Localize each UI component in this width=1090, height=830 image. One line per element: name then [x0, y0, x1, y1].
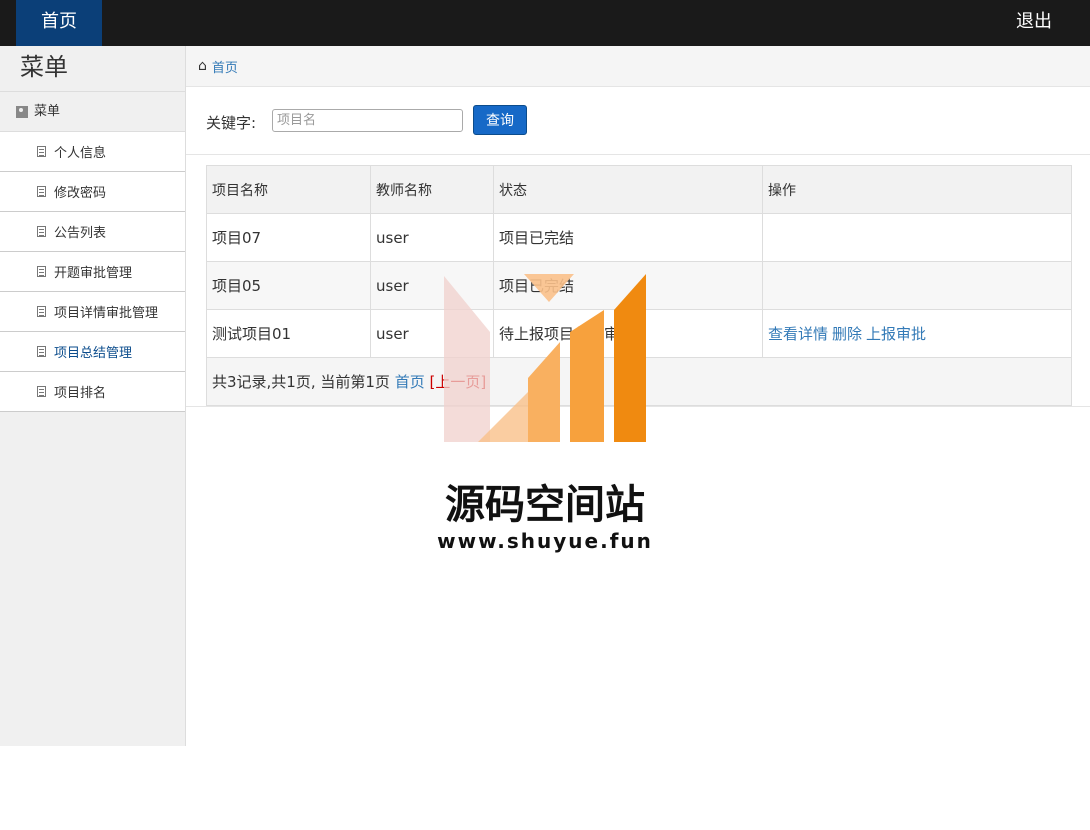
- project-table: 项目名称 教师名称 状态 操作 项目07 user 项目已完结 项目05 user 项目已…: [206, 165, 1072, 406]
- table-header-row: 项目名称 教师名称 状态 操作: [206, 165, 1072, 214]
- cell-actions: [762, 213, 1072, 262]
- sidebar-group-label: 菜单: [34, 103, 61, 119]
- sidebar-item-label: 公告列表: [54, 226, 107, 241]
- pager-first-link[interactable]: 首页: [395, 373, 425, 391]
- cell-project-name: 项目07: [206, 213, 371, 262]
- cell-teacher: user: [370, 261, 494, 310]
- logout-button[interactable]: 退出: [1016, 0, 1052, 44]
- cell-status: 项目已完结: [493, 213, 763, 262]
- table-row: 项目05 user 项目已完结: [206, 261, 1072, 310]
- action-link[interactable]: 上报审批: [866, 325, 926, 343]
- pager-row: 共3记录,共1页, 当前第1页 首页 [上一页]: [206, 357, 1072, 406]
- user-card-icon: [16, 105, 28, 118]
- sidebar-item-label: 个人信息: [54, 146, 107, 161]
- col-project-name: 项目名称: [206, 165, 371, 214]
- sidebar-item-label: 项目总结管理: [54, 346, 133, 361]
- home-icon: ⌂: [198, 58, 207, 74]
- sidebar-items: 个人信息修改密码公告列表开题审批管理项目详情审批管理 项目总结管理 项目排名: [0, 132, 185, 412]
- cell-actions: 查看详情 删除 上报审批: [762, 309, 1072, 358]
- sidebar-item[interactable]: 公告列表: [0, 212, 185, 252]
- sidebar-title: 菜单: [0, 46, 185, 92]
- divider: [186, 406, 1090, 407]
- breadcrumb: ⌂ 首页: [186, 46, 1090, 87]
- cell-teacher: user: [370, 213, 494, 262]
- watermark-title: 源码空间站: [445, 482, 645, 528]
- col-actions: 操作: [762, 165, 1072, 214]
- action-link[interactable]: 删除: [832, 325, 862, 343]
- pager-prev-link[interactable]: [上一页]: [430, 373, 487, 391]
- sidebar: 菜单 菜单 个人信息修改密码公告列表开题审批管理项目详情审批管理 项目总结管理 项目…: [0, 46, 186, 746]
- sidebar-item[interactable]: 修改密码: [0, 172, 185, 212]
- sidebar-item-label: 修改密码: [54, 186, 107, 201]
- sidebar-group-menu[interactable]: 菜单: [0, 92, 185, 132]
- nav-home-button[interactable]: 首页: [16, 0, 102, 46]
- pager-summary: 共3记录,共1页, 当前第1页: [212, 373, 390, 391]
- col-status: 状态: [493, 165, 763, 214]
- cell-teacher: user: [370, 309, 494, 358]
- sidebar-item[interactable]: 开题审批管理: [0, 252, 185, 292]
- sidebar-item-label: 开题审批管理: [54, 266, 133, 281]
- document-icon: [37, 306, 46, 317]
- document-icon: [37, 226, 46, 237]
- sidebar-item-label: 项目排名: [54, 386, 107, 401]
- keyword-input[interactable]: [272, 109, 463, 132]
- document-icon: [37, 146, 46, 157]
- document-icon: [37, 266, 46, 277]
- search-bar: 关键字: 查询: [186, 86, 1090, 155]
- cell-actions: [762, 261, 1072, 310]
- table-row: 项目07 user 项目已完结: [206, 213, 1072, 262]
- watermark-url: www.shuyue.fun: [437, 529, 653, 553]
- sidebar-item[interactable]: 项目详情审批管理: [0, 292, 185, 332]
- cell-project-name: 项目05: [206, 261, 371, 310]
- cell-status: 项目已完结: [493, 261, 763, 310]
- document-icon: [37, 186, 46, 197]
- document-icon: [37, 346, 46, 357]
- sidebar-item[interactable]: 项目排名: [0, 372, 185, 412]
- top-navbar: 首页 退出: [0, 0, 1090, 46]
- table-row: 测试项目01 user 待上报项目总结审核 查看详情 删除 上报审批: [206, 309, 1072, 358]
- sidebar-item-label: 项目详情审批管理: [54, 306, 159, 321]
- cell-status: 待上报项目总结审核: [493, 309, 763, 358]
- document-icon: [37, 386, 46, 397]
- keyword-label: 关键字:: [206, 114, 257, 132]
- sidebar-item[interactable]: 项目总结管理: [0, 332, 185, 372]
- query-button[interactable]: 查询: [473, 105, 527, 135]
- action-link[interactable]: 查看详情: [768, 325, 828, 343]
- breadcrumb-home-link[interactable]: 首页: [212, 57, 238, 76]
- sidebar-item[interactable]: 个人信息: [0, 132, 185, 172]
- col-teacher-name: 教师名称: [370, 165, 494, 214]
- cell-project-name: 测试项目01: [206, 309, 371, 358]
